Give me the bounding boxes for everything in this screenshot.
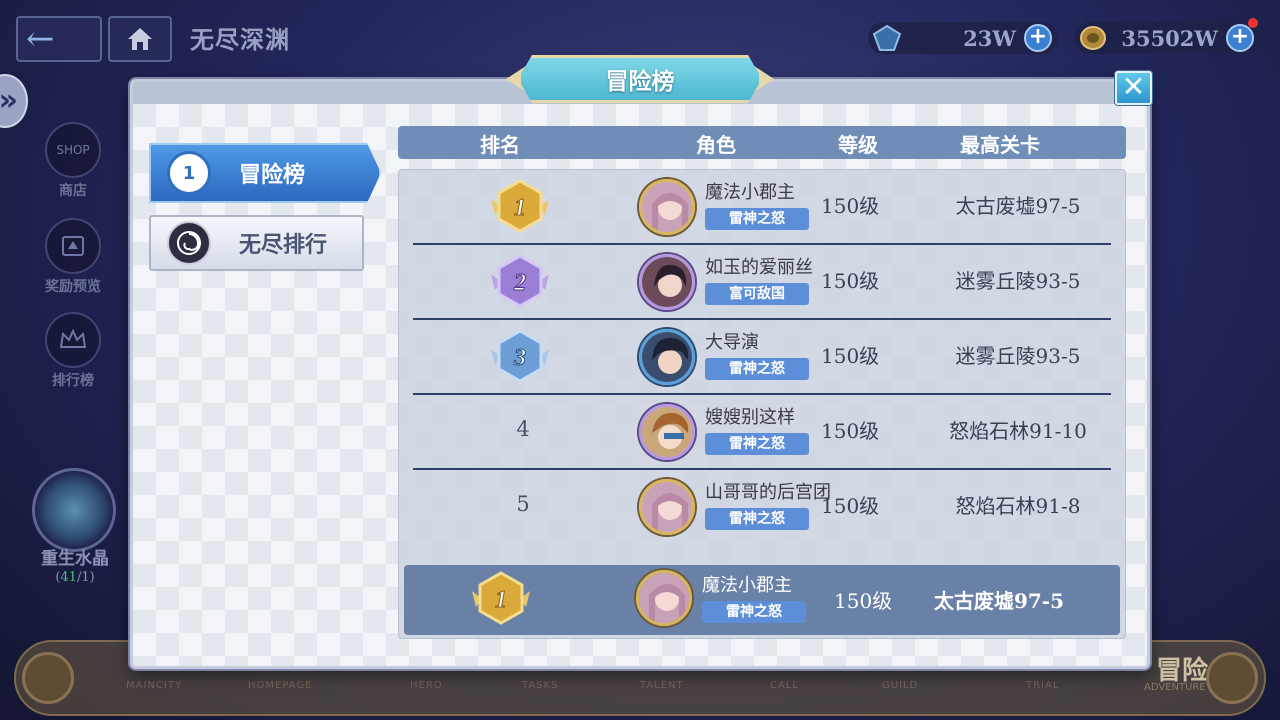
- avatar: [639, 479, 695, 535]
- gold-medal-icon: 1: [491, 179, 549, 233]
- close-icon: ✕: [1121, 70, 1146, 103]
- player-level: 150级: [821, 419, 880, 443]
- player-name: 山哥哥的后宫团: [705, 482, 831, 503]
- back-button[interactable]: ←: [16, 16, 102, 62]
- guild-badge: 雷神之怒: [702, 601, 806, 623]
- table-row[interactable]: 5 山哥哥的后宫团 雷神之怒 150级 怒焰石林91-8: [413, 470, 1111, 545]
- nav-tab-trial[interactable]: TRIAL: [1026, 680, 1059, 691]
- home-button[interactable]: [108, 16, 172, 62]
- player-name: 大导演: [705, 332, 759, 353]
- nav-tab-guild[interactable]: GUILD: [882, 680, 918, 691]
- avatar: [639, 404, 695, 460]
- avatar: [639, 329, 695, 385]
- left-menu-label: 商店: [59, 183, 87, 199]
- nav-tab-hero[interactable]: HERO: [410, 680, 443, 691]
- rank-badge-icon: 1: [167, 151, 211, 195]
- column-header-role: 角色: [696, 133, 736, 157]
- coin-amount: 35502W: [1121, 25, 1218, 51]
- avatar: [636, 570, 692, 626]
- shop-icon: SHOP: [45, 122, 101, 178]
- coin-icon: [1080, 26, 1106, 50]
- left-menu-shop[interactable]: SHOP 商店: [36, 122, 110, 200]
- highest-stage: 怒焰石林91-10: [949, 419, 1087, 443]
- guild-badge: 富可敌国: [705, 283, 809, 305]
- crystal-label: 重生水晶: [41, 549, 109, 569]
- crown-icon: [45, 312, 101, 368]
- close-button[interactable]: ✕: [1115, 71, 1152, 105]
- rank-number: 5: [516, 492, 530, 516]
- expand-menu-button[interactable]: »: [0, 74, 28, 128]
- nav-tab-talent[interactable]: TALENT: [640, 680, 684, 691]
- guild-badge: 雷神之怒: [705, 358, 809, 380]
- player-level: 150级: [821, 494, 880, 518]
- my-ranking-row: 1 魔法小郡主 雷神之怒 150级 太古废墟97-5: [404, 565, 1120, 635]
- avatar: [639, 254, 695, 310]
- guild-badge: 雷神之怒: [705, 433, 809, 455]
- highest-stage: 怒焰石林91-8: [955, 494, 1081, 518]
- avatar: [639, 179, 695, 235]
- player-name: 如玉的爱丽丝: [705, 257, 813, 278]
- bar-cap-left: [22, 652, 74, 704]
- table-row[interactable]: 3 大导演 雷神之怒 150级 迷雾丘陵93-5: [413, 320, 1111, 395]
- nav-tab-maincity[interactable]: MAINCITY: [126, 680, 182, 691]
- svg-text:1: 1: [514, 195, 526, 221]
- double-chevron-right-icon: »: [0, 83, 18, 118]
- player-level: 150级: [821, 269, 880, 293]
- tab-endless-rank[interactable]: 无尽排行: [149, 215, 364, 271]
- gem-resource: 23W +: [868, 22, 1058, 54]
- gold-medal-icon: 1: [472, 571, 530, 625]
- highest-stage: 太古废墟97-5: [933, 589, 1065, 613]
- highest-stage: 太古废墟97-5: [955, 194, 1081, 218]
- column-header-rank: 排名: [480, 133, 520, 157]
- svg-text:3: 3: [513, 345, 526, 371]
- nav-tab-adventure-en: ADVENTURE: [1144, 682, 1206, 693]
- rank-number: 4: [516, 417, 530, 441]
- coin-resource: 35502W +: [1074, 18, 1260, 54]
- gem-icon: [872, 24, 902, 51]
- page-title: 无尽深渊: [190, 25, 290, 54]
- left-menu-label: 排行榜: [52, 373, 94, 389]
- left-menu-leaderboard[interactable]: 排行榜: [36, 312, 110, 390]
- svg-text:2: 2: [513, 270, 526, 296]
- purple-medal-icon: 2: [491, 254, 549, 308]
- nav-tab-homepage[interactable]: HOMEPAGE: [248, 680, 312, 691]
- table-row[interactable]: 1 魔法小郡主 雷神之怒 150级 太古废墟97-5: [413, 170, 1111, 245]
- table-header: 排名 角色 等级 最高关卡: [398, 126, 1126, 159]
- tab-label: 冒险榜: [239, 162, 306, 188]
- guild-badge: 雷神之怒: [705, 508, 809, 530]
- blue-medal-icon: 3: [491, 329, 549, 383]
- player-level: 150级: [821, 344, 880, 368]
- notification-dot: [1248, 18, 1258, 28]
- tab-label: 无尽排行: [239, 232, 328, 258]
- highest-stage: 迷雾丘陵93-5: [955, 344, 1081, 368]
- player-name: 魔法小郡主: [705, 182, 795, 203]
- nav-tab-call[interactable]: CALL: [770, 680, 799, 691]
- table-row[interactable]: 4 嫂嫂别这样 雷神之怒 150级 怒焰石林91-10: [413, 395, 1111, 470]
- swirl-icon: [167, 221, 211, 265]
- modal-title: 冒险榜: [518, 55, 762, 103]
- tab-adventure-rank[interactable]: 1 冒险榜: [149, 143, 381, 203]
- column-header-level: 等级: [838, 133, 878, 157]
- guild-badge: 雷神之怒: [705, 208, 809, 230]
- crystal-count: (41/1): [55, 570, 95, 585]
- add-coins-button[interactable]: +: [1226, 24, 1254, 52]
- home-icon: [128, 28, 152, 50]
- highest-stage: 迷雾丘陵93-5: [955, 269, 1081, 293]
- reward-preview-icon: [45, 218, 101, 274]
- left-menu-reward-preview[interactable]: 奖励预览: [36, 218, 110, 296]
- player-name: 嫂嫂别这样: [705, 407, 795, 428]
- player-level: 150级: [834, 589, 893, 613]
- left-menu-label: 奖励预览: [45, 279, 101, 295]
- player-level: 150级: [821, 194, 880, 218]
- rebirth-crystal-icon[interactable]: [32, 468, 116, 552]
- add-gems-button[interactable]: +: [1024, 24, 1052, 52]
- back-arrow-icon: ←: [26, 19, 55, 59]
- bar-cap-right: [1206, 652, 1258, 704]
- nav-tab-tasks[interactable]: TASKS: [522, 680, 558, 691]
- table-row[interactable]: 2 如玉的爱丽丝 富可敌国 150级 迷雾丘陵93-5: [413, 245, 1111, 320]
- gem-amount: 23W: [963, 25, 1016, 51]
- player-name: 魔法小郡主: [702, 575, 792, 596]
- column-header-stage: 最高关卡: [960, 133, 1040, 157]
- svg-text:1: 1: [495, 587, 507, 613]
